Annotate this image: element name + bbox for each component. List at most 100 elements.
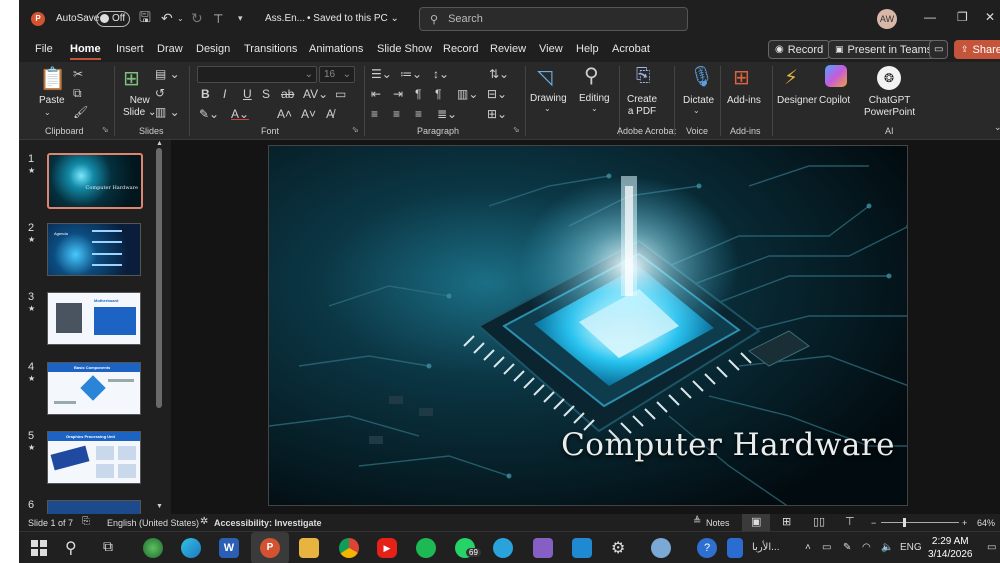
italic-icon[interactable]: I [223,87,226,101]
tab-acrobat[interactable]: Acrobat [612,43,650,55]
reset-icon[interactable]: ↺ [155,86,165,100]
task-view-icon[interactable]: ⧉ [103,538,123,558]
chatgpt-icon[interactable]: ❂ [877,66,901,90]
language-indicator[interactable]: English (United States) [107,518,199,528]
share-button[interactable]: ⇪ Share [954,40,1000,59]
show-hidden-icons-icon[interactable]: ˄ [805,542,811,553]
zoom-slider[interactable] [881,522,959,523]
section-icon[interactable]: ▥ ⌄ [155,105,180,119]
editing-icon[interactable]: ⚲ [584,63,599,88]
chatgpt-powerpoint-button[interactable]: ChatGPT PowerPoint [864,95,915,119]
pen-icon[interactable]: ✎ [843,542,851,553]
undo-icon[interactable]: ↶ [161,0,173,37]
spotify-icon[interactable] [416,538,436,558]
copilot-icon[interactable] [825,65,847,87]
copilot-button[interactable]: Copilot [819,95,850,107]
tab-view[interactable]: View [539,43,563,55]
create-pdf-button[interactable]: Create a PDF [627,94,657,118]
avatar[interactable]: AW [877,9,897,29]
align-center-icon[interactable]: ≡ [393,107,400,121]
slide-thumbnail-4[interactable]: Basic Components [47,362,141,415]
notes-button[interactable]: Notes [706,518,730,528]
underline-icon[interactable]: U [243,87,252,101]
dictate-dropdown-icon[interactable]: ⌄ [693,106,700,115]
accessibility-status[interactable]: Accessibility: Investigate [214,518,322,528]
thumbnail-scrollbar[interactable] [156,148,162,408]
font-name-box[interactable]: ⌄ [197,66,317,83]
new-slide-icon[interactable]: ⊞ [123,66,140,91]
tray-text[interactable]: الأربا... [752,542,779,553]
present-in-teams-button[interactable]: ▣ Present in Teams [828,40,940,59]
scroll-down-icon[interactable]: ▼ [156,503,163,510]
bold-icon[interactable]: B [201,87,210,101]
new-slide-button[interactable]: New Slide ⌄ [123,95,156,119]
tab-record[interactable]: Record [443,43,478,55]
character-spacing-icon[interactable]: AV⌄ [303,87,328,101]
chrome-icon[interactable] [339,538,359,558]
add-ins-icon[interactable]: ⊞ [733,65,750,90]
notes-icon[interactable]: ≜ [693,516,701,527]
font-launcher-icon[interactable]: ⬂ [352,125,359,134]
line-spacing-icon[interactable]: ↕⌄ [433,67,449,81]
input-language[interactable]: ENG [900,542,922,553]
restore-icon[interactable]: ❐ [957,10,968,24]
ltr-icon[interactable]: ¶ [435,87,441,101]
tab-review[interactable]: Review [490,43,526,55]
close-icon[interactable]: ✕ [985,10,995,24]
increase-indent-icon[interactable]: ⇥ [393,87,403,101]
spelling-icon[interactable]: ⎘ [82,516,90,527]
zoom-out-icon[interactable]: − [871,518,876,528]
vscode-icon[interactable] [572,538,592,558]
app-icon[interactable] [651,538,671,558]
save-status[interactable]: • Saved to this PC ⌄ [307,0,399,37]
designer-button[interactable]: Designer [777,95,817,107]
highlight-icon[interactable]: ✎⌄ [199,107,219,121]
justify-icon[interactable]: ≣⌄ [437,107,457,121]
add-ins-button[interactable]: Add-ins [727,95,761,107]
columns-icon[interactable]: ▥⌄ [457,87,478,101]
clipboard-launcher-icon[interactable]: ⬂ [102,125,109,134]
reading-view-icon[interactable]: ▯▯ [813,515,825,528]
undo-dropdown-icon[interactable]: ⌄ [177,0,184,37]
file-explorer-icon[interactable] [299,538,319,558]
slide-thumbnail-6[interactable] [47,500,141,514]
paste-icon[interactable]: 📋 [39,66,66,92]
word-icon[interactable]: W [219,538,239,558]
increase-font-icon[interactable]: A˄ [277,107,292,121]
rtl-icon[interactable]: ¶ [415,87,421,101]
tab-draw[interactable]: Draw [157,43,183,55]
editing-dropdown-icon[interactable]: ⌄ [591,104,598,113]
start-icon[interactable] [29,538,49,558]
visual-studio-icon[interactable] [533,538,553,558]
accessibility-icon[interactable]: ✲ [200,516,208,527]
volume-icon[interactable]: 🔈 [881,542,893,553]
align-right-icon[interactable]: ≡ [415,107,422,121]
comments-button[interactable]: ▭ [929,40,948,59]
tab-insert[interactable]: Insert [116,43,144,55]
align-left-icon[interactable]: ≡ [371,107,378,121]
numbering-icon[interactable]: ≔⌄ [400,67,422,81]
text-direction-icon[interactable]: ⇅⌄ [489,67,509,81]
paste-button[interactable]: Paste [39,95,65,107]
designer-icon[interactable]: ⚡ [784,65,798,90]
paste-dropdown-icon[interactable]: ⌄ [44,108,51,117]
minimize-icon[interactable]: — [924,10,936,24]
wifi-icon[interactable]: ◠ [862,542,871,553]
slide-sorter-icon[interactable]: ⊞ [782,515,791,528]
present-from-start-icon[interactable]: ⊤ [213,0,223,37]
case-icon[interactable]: ▭ [335,87,346,101]
create-pdf-icon[interactable]: ⎘ [636,65,650,86]
tab-help[interactable]: Help [576,43,599,55]
notification-icon[interactable]: ▭ [987,542,996,553]
autosave-toggle[interactable]: Off [96,0,130,37]
cut-icon[interactable]: ✂ [73,67,83,81]
slide-thumbnail-1[interactable]: Computer Hardware [47,153,143,209]
tab-design[interactable]: Design [196,43,230,55]
current-slide[interactable]: Computer Hardware [268,145,908,506]
edge-icon[interactable] [181,538,201,558]
font-size-box[interactable]: 16 ⌄ [319,66,355,83]
smartart-icon[interactable]: ⊞⌄ [487,107,507,121]
copy-icon[interactable]: ⧉ [73,86,82,101]
ribbon-collapse-icon[interactable]: ⌄ [994,122,1000,133]
microphone-icon[interactable]: 🎙 [689,64,714,89]
